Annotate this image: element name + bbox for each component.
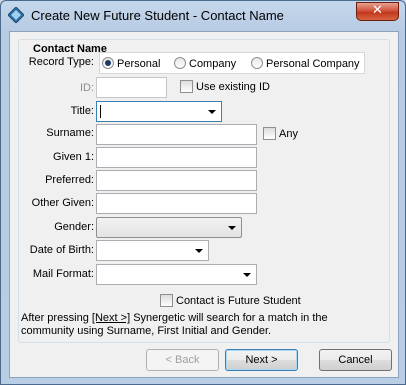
radio-company-indicator — [174, 57, 186, 69]
info-line1-suffix: Synergetic will search for a match in th… — [130, 312, 328, 324]
radio-personal-label: Personal — [117, 58, 161, 70]
chevron-down-icon — [195, 249, 203, 253]
future-student-box — [160, 294, 173, 307]
radio-personal-company[interactable]: Personal Company — [251, 57, 360, 70]
any-checkbox[interactable]: Any — [263, 127, 298, 140]
use-existing-id-label: Use existing ID — [196, 81, 270, 93]
cancel-button[interactable]: Cancel — [319, 349, 392, 371]
title-select[interactable] — [96, 101, 222, 122]
dob-label: Date of Birth: — [29, 244, 94, 256]
info-line2: community using Surname, First Initial a… — [21, 325, 272, 337]
mail-format-label: Mail Format: — [32, 268, 94, 280]
other-given-input[interactable] — [96, 193, 257, 214]
future-student-checkbox[interactable]: Contact is Future Student — [160, 294, 301, 307]
radio-personal-company-indicator — [251, 57, 263, 69]
text-caret — [100, 105, 101, 118]
dob-date-picker[interactable] — [96, 240, 209, 261]
radio-personal[interactable]: Personal — [102, 57, 160, 70]
surname-input[interactable] — [96, 124, 257, 145]
back-button[interactable]: < Back — [146, 349, 219, 371]
use-existing-id-checkbox[interactable]: Use existing ID — [180, 80, 270, 93]
given1-input[interactable] — [96, 147, 257, 168]
gender-label: Gender: — [54, 221, 94, 233]
radio-company[interactable]: Company — [174, 57, 236, 70]
preferred-label: Preferred: — [45, 174, 94, 186]
radio-personal-indicator — [102, 57, 114, 69]
id-label: ID: — [79, 82, 94, 94]
group-title: Contact Name — [33, 43, 107, 55]
radio-personal-company-label: Personal Company — [266, 58, 360, 70]
info-line1-prefix: After pressing — [21, 312, 92, 324]
app-diamond-icon — [8, 7, 24, 23]
future-student-label: Contact is Future Student — [176, 295, 301, 307]
use-existing-id-box — [180, 80, 193, 93]
chevron-down-icon — [243, 273, 251, 277]
close-button[interactable]: ✕ — [356, 2, 399, 21]
preferred-input[interactable] — [96, 170, 257, 191]
window-title: Create New Future Student - Contact Name — [31, 8, 284, 23]
radio-company-label: Company — [189, 58, 237, 70]
info-text: After pressing [Next >] Synergetic will … — [21, 312, 387, 338]
any-label: Any — [279, 128, 298, 140]
record-type-panel: Personal Company Personal Company — [99, 52, 365, 74]
id-input[interactable] — [96, 77, 167, 98]
title-bar[interactable]: Create New Future Student - Contact Name… — [1, 1, 405, 31]
any-box — [263, 127, 276, 140]
chevron-down-icon — [228, 226, 236, 230]
gender-select[interactable] — [96, 217, 242, 238]
title-label: Title: — [70, 105, 94, 117]
surname-label: Surname: — [46, 127, 94, 139]
record-type-label: Record Type: — [28, 56, 94, 68]
other-given-label: Other Given: — [31, 197, 94, 209]
info-next-link: [Next >] — [91, 312, 131, 324]
dialog-client-area: Contact Name Record Type: Personal Compa… — [9, 31, 399, 378]
next-button[interactable]: Next > — [225, 349, 298, 371]
dialog-window: Create New Future Student - Contact Name… — [0, 0, 406, 385]
chevron-down-icon — [208, 110, 216, 114]
mail-format-select[interactable] — [96, 264, 257, 285]
given1-label: Given 1: — [53, 151, 94, 163]
